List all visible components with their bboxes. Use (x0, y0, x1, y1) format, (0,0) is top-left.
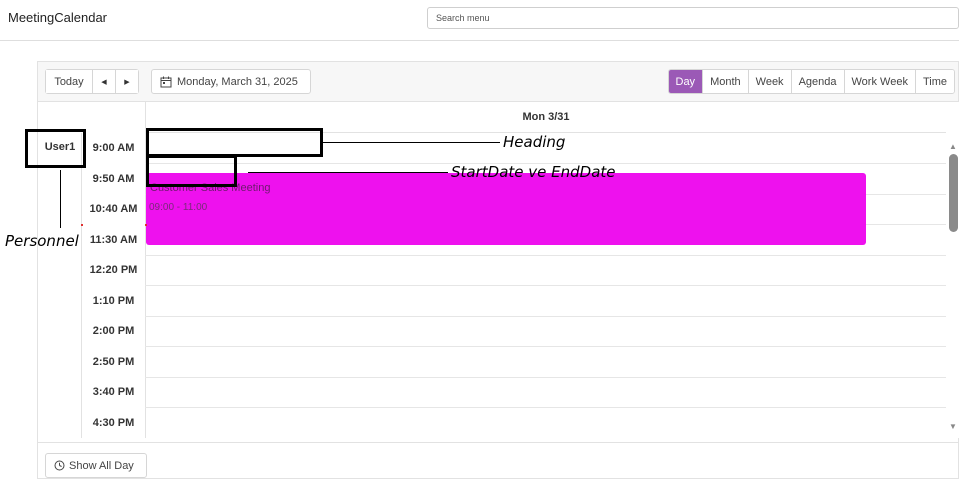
scroll-down-arrow-icon[interactable]: ▼ (949, 422, 957, 431)
view-week-button[interactable]: Week (747, 70, 791, 93)
annotation-line-personnel (60, 170, 61, 228)
view-month-button[interactable]: Month (702, 70, 748, 93)
time-label: 12:20 PM (89, 264, 138, 276)
prev-button[interactable]: ◀ (92, 70, 115, 93)
time-label: 4:30 PM (92, 416, 135, 429)
today-button[interactable]: Today (46, 70, 92, 93)
view-time-button[interactable]: Time (914, 70, 954, 93)
next-button[interactable]: ▶ (115, 70, 138, 93)
chevron-right-icon: ▶ (124, 78, 130, 86)
nav-group: Today ◀ ▶ (45, 69, 139, 94)
annotation-heading: Heading (503, 133, 566, 151)
time-label: 11:30 AM (89, 233, 138, 246)
annotation-box-heading (146, 128, 323, 157)
scrollbar-thumb[interactable] (949, 154, 958, 232)
event-customer-sales-meeting[interactable]: Customer Sales Meeting 09:00 - 11:00 (146, 173, 866, 245)
view-work-week-button[interactable]: Work Week (843, 70, 915, 93)
row-line (145, 315, 946, 317)
vertical-scrollbar[interactable]: ▲ ▼ (946, 102, 959, 438)
row-line (145, 407, 946, 408)
scheduler-toolbar: Today ◀ ▶ Monday, March 31, 2025 Day Mon… (38, 62, 958, 102)
red-mark (81, 224, 83, 226)
annotation-box-dates (146, 155, 237, 187)
row-line (145, 376, 946, 378)
annotation-personnel: Personnel (5, 232, 79, 250)
time-label: 9:50 AM (92, 172, 135, 185)
row-line (145, 346, 946, 347)
show-all-day-label: Show All Day (69, 459, 134, 472)
view-day-button[interactable]: Day (668, 70, 703, 93)
search-input[interactable] (427, 7, 959, 29)
scheduler-footer: Show All Day (38, 442, 958, 479)
view-agenda-button[interactable]: Agenda (790, 70, 844, 93)
chevron-left-icon: ◀ (101, 78, 107, 86)
annotation-dates: StartDate ve EndDate (451, 163, 616, 181)
time-label: 9:00 AM (92, 142, 135, 154)
time-label: 2:50 PM (92, 355, 135, 368)
time-label: 1:10 PM (92, 294, 135, 307)
view-switcher: Day Month Week Agenda Work Week Time (667, 69, 955, 94)
event-time-range: 09:00 - 11:00 (149, 202, 208, 213)
red-mark (145, 224, 147, 226)
clock-icon (54, 460, 65, 471)
annotation-line-dates (248, 172, 448, 173)
app-title: MeetingCalendar (8, 10, 108, 25)
scheduler: Today ◀ ▶ Monday, March 31, 2025 Day Mon… (37, 61, 959, 479)
show-all-day-button[interactable]: Show All Day (45, 453, 147, 478)
scroll-up-arrow-icon[interactable]: ▲ (949, 142, 957, 151)
time-column: 9:00 AM 9:50 AM 10:40 AM 11:30 AM 12:20 … (82, 133, 145, 438)
time-label: 3:40 PM (92, 386, 135, 398)
row-line (145, 285, 946, 286)
date-picker-button[interactable]: Monday, March 31, 2025 (151, 69, 311, 94)
time-label: 10:40 AM (89, 203, 138, 215)
annotation-box-group (25, 129, 86, 168)
calendar-icon (160, 76, 172, 87)
row-line (145, 254, 946, 256)
header-divider (0, 40, 959, 41)
date-label: Monday, March 31, 2025 (177, 75, 298, 88)
annotation-line-heading (323, 142, 500, 143)
time-label: 2:00 PM (92, 325, 135, 337)
